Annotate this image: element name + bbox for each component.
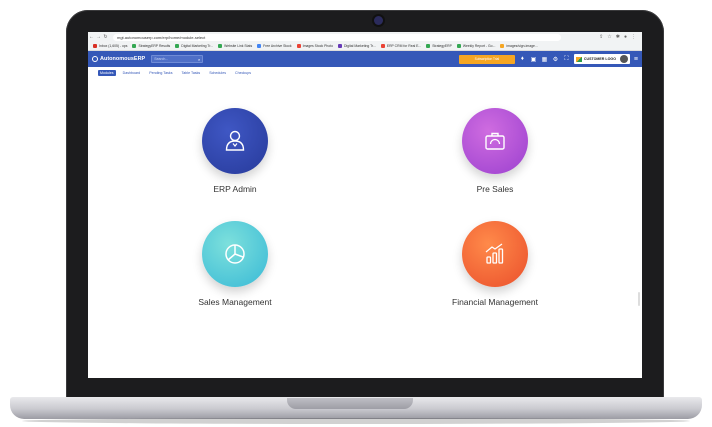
fullscreen-icon[interactable]: ⛶ bbox=[563, 56, 570, 63]
calendar-icon[interactable]: ▦ bbox=[541, 56, 548, 63]
tab-pending-tasks[interactable]: Pending Tasks bbox=[147, 70, 174, 76]
module-erp-admin[interactable]: ERP Admin bbox=[155, 108, 315, 194]
module-circle[interactable] bbox=[462, 221, 528, 287]
module-tabs: Modules Dashboard Pending Tasks Table Ta… bbox=[98, 70, 253, 76]
reload-icon[interactable]: ↻ bbox=[102, 34, 109, 40]
subscription-status-button[interactable]: Subscription Trial bbox=[458, 54, 515, 64]
bookmark-item[interactable]: Digital Marketing Tr... bbox=[175, 44, 213, 48]
bar-chart-growth-icon bbox=[485, 243, 504, 264]
pie-chart-icon bbox=[225, 244, 245, 264]
module-label: Financial Management bbox=[452, 297, 538, 307]
module-label: Pre Sales bbox=[476, 184, 514, 194]
customer-logo: CUSTOMER LOGO bbox=[573, 54, 630, 64]
laptop-shadow bbox=[22, 418, 690, 424]
url-field[interactable]: mgt.autonomouserp.com/erp/home/module-se… bbox=[113, 33, 561, 41]
bookmark-item[interactable]: Weekly Report - Go... bbox=[456, 44, 495, 48]
laptop-base-notch bbox=[287, 398, 413, 409]
hamburger-menu-icon[interactable]: ≡ bbox=[634, 56, 638, 63]
module-pre-sales[interactable]: Pre Sales bbox=[415, 108, 575, 194]
bookmark-item[interactable]: Images Stock Photo bbox=[296, 44, 333, 48]
bookmark-item[interactable]: Website Link Stats bbox=[218, 44, 252, 48]
bookmarks-bar: Inbox (1,605) - ops StrategyERP Results … bbox=[88, 42, 642, 51]
bookmark-item[interactable]: Digital Marketing Tr... bbox=[337, 44, 376, 48]
search-placeholder: Search... bbox=[154, 57, 169, 61]
bookmark-item[interactable]: Free Archive Stock bbox=[257, 44, 292, 48]
laptop-screen: ← → ↻ mgt.autonomouserp.com/erp/home/mod… bbox=[88, 32, 642, 378]
scrollbar[interactable] bbox=[638, 292, 640, 306]
logo-icon bbox=[92, 56, 98, 62]
tab-table-tasks[interactable]: Table Tasks bbox=[180, 70, 203, 76]
browser-menu-icon[interactable]: ⋮ bbox=[631, 34, 636, 40]
customer-logo-mark bbox=[575, 56, 582, 62]
bookmark-item[interactable]: images/sign-image... bbox=[500, 44, 538, 48]
tab-dashboard[interactable]: Dashboard bbox=[121, 70, 143, 76]
browser-address-bar: ← → ↻ mgt.autonomouserp.com/erp/home/mod… bbox=[88, 32, 642, 42]
back-icon[interactable]: ← bbox=[88, 34, 95, 40]
app-header: AutonomousERP Search... ⌕ Subscription T… bbox=[88, 51, 642, 67]
module-label: ERP Admin bbox=[213, 184, 257, 194]
briefcase-icon bbox=[485, 132, 505, 150]
admin-user-icon bbox=[225, 130, 245, 151]
share-icon[interactable]: ⇪ bbox=[599, 34, 603, 40]
bookmark-item[interactable]: StrategyERP bbox=[426, 44, 452, 48]
module-circle[interactable] bbox=[202, 108, 268, 174]
messages-icon[interactable]: ▣ bbox=[530, 56, 537, 63]
module-financial-management[interactable]: Financial Management bbox=[415, 221, 575, 307]
camera-icon bbox=[374, 16, 383, 25]
settings-icon[interactable]: ⚙ bbox=[552, 56, 559, 63]
search-input[interactable]: Search... ⌕ bbox=[151, 55, 204, 63]
bookmark-item[interactable]: StrategyERP Results bbox=[132, 44, 170, 48]
tab-checkups[interactable]: Checkups bbox=[233, 70, 253, 76]
module-sales-management[interactable]: Sales Management bbox=[155, 221, 315, 307]
tab-modules[interactable]: Modules bbox=[98, 70, 116, 76]
extensions-icon[interactable]: ✱ bbox=[616, 34, 620, 40]
forward-icon[interactable]: → bbox=[95, 34, 102, 40]
star-icon[interactable]: ☆ bbox=[607, 34, 611, 40]
app-logo[interactable]: AutonomousERP bbox=[92, 56, 145, 62]
notification-bell-icon[interactable]: ♦ bbox=[519, 56, 526, 62]
avatar[interactable] bbox=[619, 55, 628, 63]
search-icon[interactable]: ⌕ bbox=[198, 57, 200, 62]
module-circle[interactable] bbox=[462, 108, 528, 174]
app-logo-text: AutonomousERP bbox=[100, 56, 146, 62]
bookmark-item[interactable]: ERP CRM for Real E... bbox=[380, 44, 421, 48]
module-circle[interactable] bbox=[202, 221, 268, 287]
profile-icon[interactable]: ● bbox=[624, 34, 627, 40]
bookmark-item[interactable]: Inbox (1,605) - ops bbox=[93, 44, 127, 48]
module-label: Sales Management bbox=[198, 297, 272, 307]
tab-schedules[interactable]: Schedules bbox=[207, 70, 228, 76]
